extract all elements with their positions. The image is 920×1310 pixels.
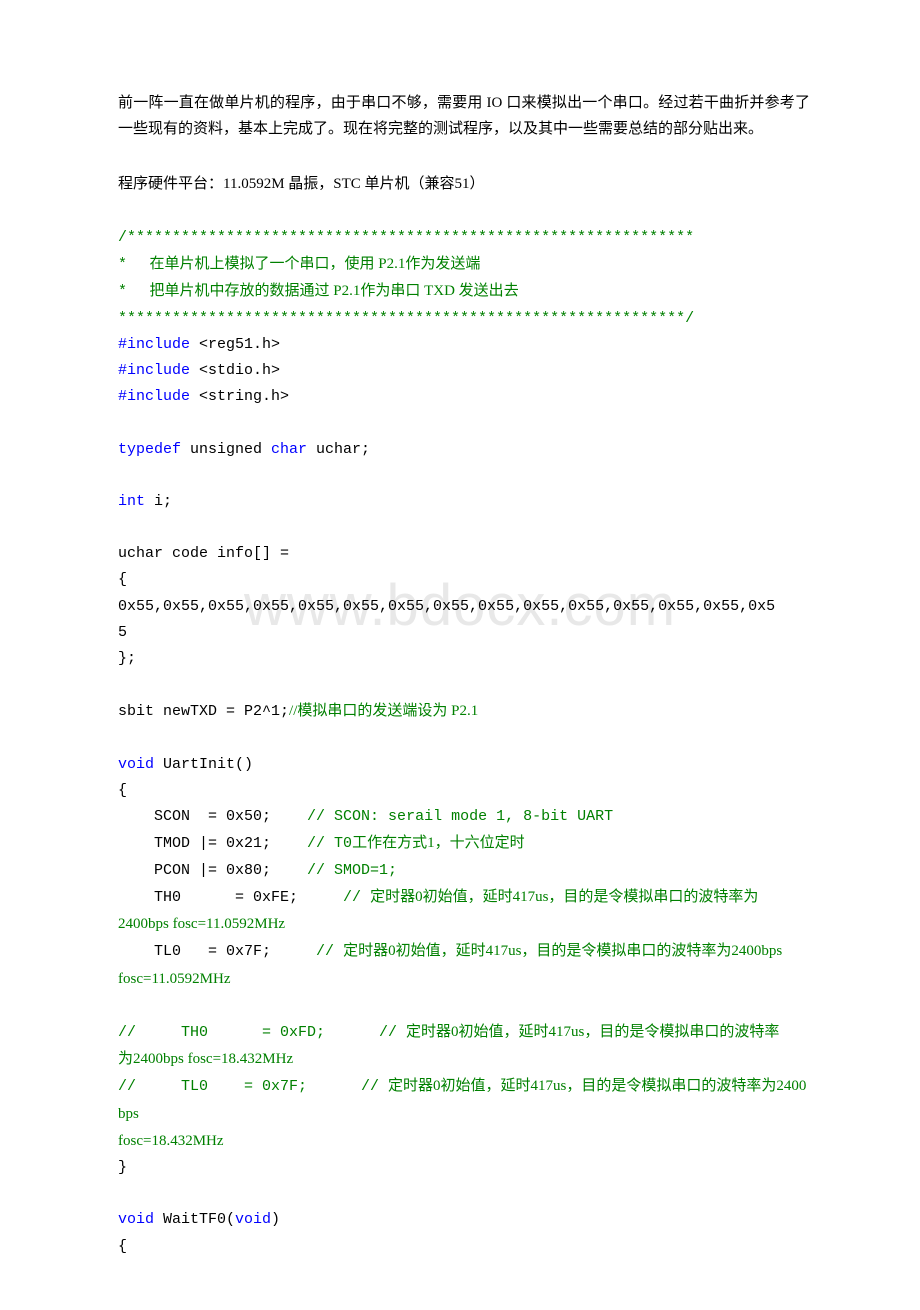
tl0-line: TL0 = 0x7F; // 定时器0初始值，延时417us，目的是令模拟串口的…: [118, 938, 810, 965]
include-2: #include <stdio.h>: [118, 358, 810, 384]
tmod-line: TMOD |= 0x21; // T0工作在方式1，十六位定时: [118, 830, 810, 857]
tl0-line-2: fosc=11.0592MHz: [118, 966, 810, 993]
comment-line-2: * 把单片机中存放的数据通过 P2.1作为串口 TXD 发送出去: [118, 278, 810, 305]
array-close: };: [118, 646, 810, 672]
include-3: #include <string.h>: [118, 384, 810, 410]
comment-block-end: ****************************************…: [118, 306, 810, 332]
include-1: #include <reg51.h>: [118, 332, 810, 358]
comment-line-1: * 在单片机上模拟了一个串口，使用 P2.1作为发送端: [118, 251, 810, 278]
scon-line: SCON = 0x50; // SCON: serail mode 1, 8-b…: [118, 804, 810, 830]
sbit-line: sbit newTXD = P2^1;//模拟串口的发送端设为 P2.1: [118, 698, 810, 725]
int-declaration: int i;: [118, 489, 810, 515]
commented-th0-line-2: 为2400bps fosc=18.432MHz: [118, 1046, 810, 1073]
commented-th0-line: // TH0 = 0xFD; // 定时器0初始值，延时417us，目的是令模拟…: [118, 1019, 810, 1046]
brace-close: }: [118, 1155, 810, 1181]
comment-block-start: /***************************************…: [118, 225, 810, 251]
array-declaration: uchar code info[] =: [118, 541, 810, 567]
intro-paragraph-2: 程序硬件平台：11.0592M 晶振，STC 单片机（兼容51）: [118, 171, 810, 197]
th0-line-2: 2400bps fosc=11.0592MHz: [118, 911, 810, 938]
commented-tl0-line: // TL0 = 0x7F; // 定时器0初始值，延时417us，目的是令模拟…: [118, 1073, 810, 1128]
array-data-2: 5: [118, 620, 810, 646]
waittf0-declaration: void WaitTF0(void): [118, 1207, 810, 1233]
pcon-line: PCON |= 0x80; // SMOD=1;: [118, 858, 810, 884]
typedef-line: typedef unsigned char uchar;: [118, 437, 810, 463]
commented-tl0-line-2: fosc=18.432MHz: [118, 1128, 810, 1155]
brace-open: {: [118, 567, 810, 593]
intro-paragraph-1: 前一阵一直在做单片机的程序，由于串口不够，需要用 IO 口来模拟出一个串口。经过…: [118, 90, 810, 143]
uartinit-declaration: void UartInit(): [118, 752, 810, 778]
th0-line: TH0 = 0xFE; // 定时器0初始值，延时417us，目的是令模拟串口的…: [118, 884, 810, 911]
brace-open: {: [118, 778, 810, 804]
array-data-1: 0x55,0x55,0x55,0x55,0x55,0x55,0x55,0x55,…: [118, 594, 810, 620]
document-content: 前一阵一直在做单片机的程序，由于串口不够，需要用 IO 口来模拟出一个串口。经过…: [118, 90, 810, 1260]
brace-open: {: [118, 1234, 810, 1260]
